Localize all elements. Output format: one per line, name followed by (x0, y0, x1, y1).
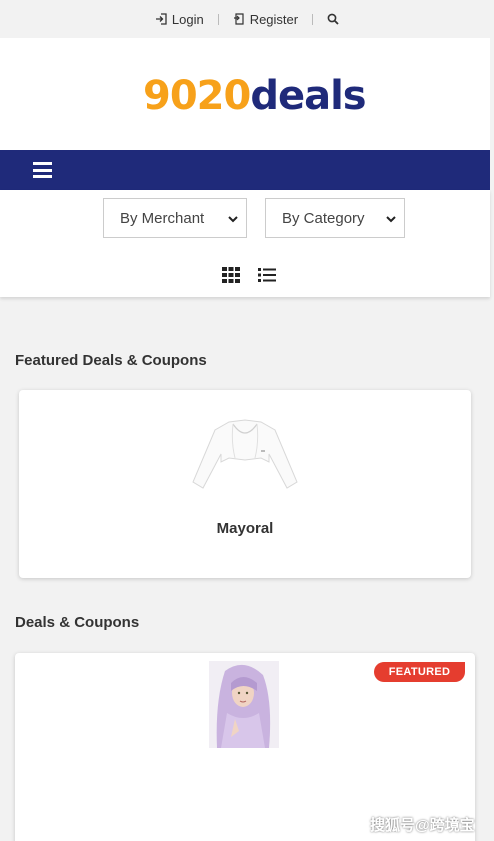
header: 9020deals (0, 38, 490, 150)
merchant-name: Mayoral (216, 520, 274, 537)
list-view-icon[interactable] (258, 267, 276, 288)
merchant-select[interactable]: By Merchant (103, 198, 247, 238)
featured-badge: FEATURED (374, 662, 465, 682)
grid-view-icon[interactable] (222, 267, 240, 288)
chevron-down-icon (228, 212, 238, 229)
top-bar: Login Register (0, 0, 494, 38)
search-icon (327, 13, 339, 25)
product-image (189, 416, 301, 497)
register-icon (233, 13, 245, 25)
search-button[interactable] (313, 13, 353, 25)
menu-icon[interactable] (33, 162, 52, 178)
deals-section-title: Deals & Coupons (15, 614, 140, 631)
login-icon (155, 13, 167, 25)
login-label: Login (171, 11, 204, 27)
chevron-down-icon (386, 212, 396, 229)
category-select-value: By Category (282, 209, 365, 227)
logo-text: deals (250, 73, 366, 119)
product-image (209, 661, 279, 748)
category-select[interactable]: By Category (265, 198, 405, 238)
featured-section-title: Featured Deals & Coupons (15, 352, 207, 369)
register-link[interactable]: Register (219, 12, 312, 27)
main-navbar (0, 150, 490, 190)
logo-number: 9020 (143, 73, 251, 119)
register-label: Register (249, 11, 299, 27)
site-logo[interactable]: 9020deals (143, 70, 367, 122)
filter-bar: By Merchant By Category (0, 190, 490, 297)
watermark: 搜狐号@跨境宝 (370, 817, 475, 834)
login-link[interactable]: Login (141, 12, 218, 27)
merchant-select-value: By Merchant (120, 209, 205, 227)
deal-card[interactable]: FEATURED (15, 653, 475, 841)
featured-merchant-card[interactable]: Mayoral (19, 390, 471, 578)
